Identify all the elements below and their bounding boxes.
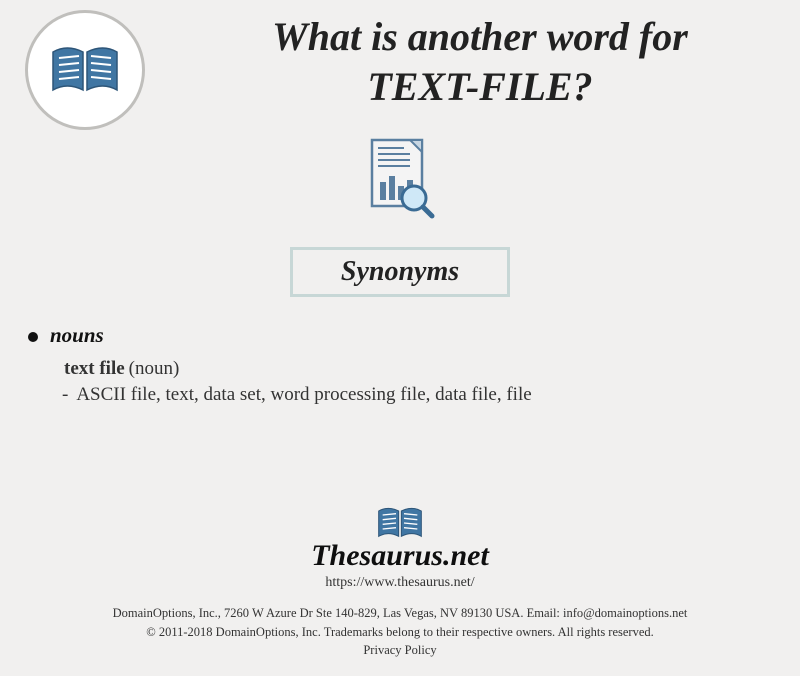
pos-heading-line: nouns — [28, 323, 772, 348]
headword-line: text file (noun) — [64, 358, 772, 380]
footer-text: DomainOptions, Inc., 7260 W Azure Dr Ste… — [0, 604, 800, 660]
bullet-dot-icon — [28, 332, 38, 342]
report-search-icon — [0, 134, 800, 229]
footer-line-privacy[interactable]: Privacy Policy — [0, 641, 800, 660]
open-book-icon — [372, 503, 428, 543]
footer-line-address: DomainOptions, Inc., 7260 W Azure Dr Ste… — [0, 604, 800, 623]
title-line1: What is another word for — [272, 14, 688, 59]
site-name: Thesaurus.net — [311, 539, 489, 573]
pos-paren: (noun) — [129, 358, 180, 379]
section-heading-synonyms: Synonyms — [290, 247, 510, 297]
pos-heading: nouns — [50, 323, 104, 348]
open-book-icon — [45, 40, 125, 100]
synonym-list: ASCII file, text, data set, word process… — [76, 384, 531, 406]
synonym-entry: nouns text file (noun) - ASCII file, tex… — [28, 323, 772, 406]
book-logo-circle — [25, 10, 145, 130]
site-url: https://www.thesaurus.net/ — [325, 575, 474, 591]
synonym-line: - ASCII file, text, data set, word proce… — [62, 384, 772, 406]
page-title: What is another word for TEXT-FILE? — [200, 12, 760, 112]
footer-line-copyright: © 2011-2018 DomainOptions, Inc. Trademar… — [0, 623, 800, 642]
headword: text file — [64, 358, 125, 379]
entry-body: text file (noun) - ASCII file, text, dat… — [64, 358, 772, 406]
dash-icon: - — [62, 384, 68, 406]
title-line2: TEXT-FILE? — [367, 64, 592, 109]
footer-logo: Thesaurus.net https://www.thesaurus.net/ — [0, 503, 800, 591]
